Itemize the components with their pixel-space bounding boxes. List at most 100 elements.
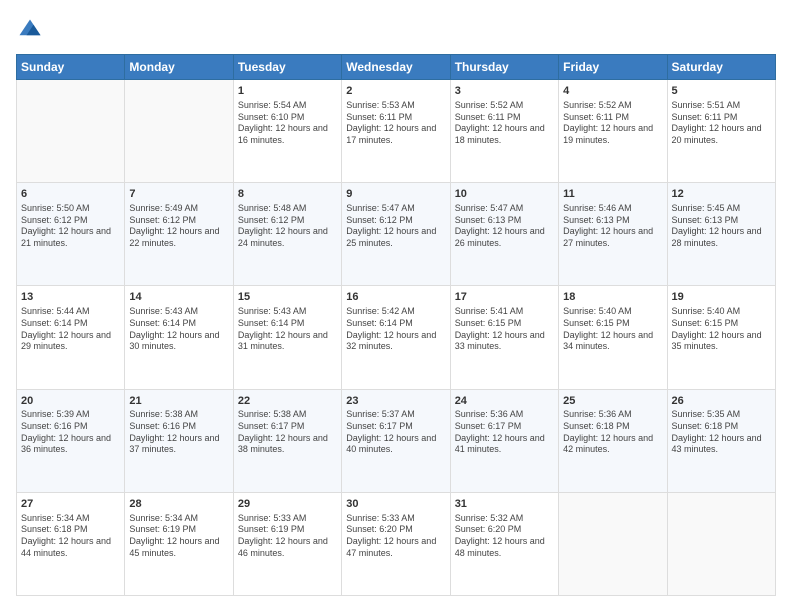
calendar-header-row: SundayMondayTuesdayWednesdayThursdayFrid… (17, 55, 776, 80)
day-number: 21 (129, 394, 228, 409)
day-info: Sunrise: 5:42 AM Sunset: 6:14 PM Dayligh… (346, 306, 445, 353)
calendar-day-cell (559, 492, 667, 595)
day-info: Sunrise: 5:40 AM Sunset: 6:15 PM Dayligh… (672, 306, 771, 353)
day-number: 23 (346, 394, 445, 409)
calendar-day-cell: 11Sunrise: 5:46 AM Sunset: 6:13 PM Dayli… (559, 183, 667, 286)
calendar-day-cell: 5Sunrise: 5:51 AM Sunset: 6:11 PM Daylig… (667, 80, 775, 183)
calendar-day-cell: 15Sunrise: 5:43 AM Sunset: 6:14 PM Dayli… (233, 286, 341, 389)
day-number: 12 (672, 187, 771, 202)
calendar-day-header: Wednesday (342, 55, 450, 80)
calendar-day-header: Friday (559, 55, 667, 80)
day-info: Sunrise: 5:47 AM Sunset: 6:12 PM Dayligh… (346, 203, 445, 250)
day-number: 5 (672, 84, 771, 99)
calendar-table: SundayMondayTuesdayWednesdayThursdayFrid… (16, 54, 776, 596)
day-number: 6 (21, 187, 120, 202)
day-number: 30 (346, 497, 445, 512)
day-info: Sunrise: 5:34 AM Sunset: 6:18 PM Dayligh… (21, 513, 120, 560)
day-info: Sunrise: 5:39 AM Sunset: 6:16 PM Dayligh… (21, 409, 120, 456)
day-number: 29 (238, 497, 337, 512)
calendar-day-cell: 30Sunrise: 5:33 AM Sunset: 6:20 PM Dayli… (342, 492, 450, 595)
day-info: Sunrise: 5:36 AM Sunset: 6:18 PM Dayligh… (563, 409, 662, 456)
calendar-day-cell: 31Sunrise: 5:32 AM Sunset: 6:20 PM Dayli… (450, 492, 558, 595)
day-number: 2 (346, 84, 445, 99)
day-number: 26 (672, 394, 771, 409)
calendar-day-header: Saturday (667, 55, 775, 80)
calendar-day-cell: 2Sunrise: 5:53 AM Sunset: 6:11 PM Daylig… (342, 80, 450, 183)
day-info: Sunrise: 5:35 AM Sunset: 6:18 PM Dayligh… (672, 409, 771, 456)
calendar-day-header: Thursday (450, 55, 558, 80)
calendar-day-cell: 24Sunrise: 5:36 AM Sunset: 6:17 PM Dayli… (450, 389, 558, 492)
day-info: Sunrise: 5:49 AM Sunset: 6:12 PM Dayligh… (129, 203, 228, 250)
day-number: 3 (455, 84, 554, 99)
day-number: 16 (346, 290, 445, 305)
day-info: Sunrise: 5:52 AM Sunset: 6:11 PM Dayligh… (563, 100, 662, 147)
calendar-day-cell: 21Sunrise: 5:38 AM Sunset: 6:16 PM Dayli… (125, 389, 233, 492)
calendar-day-header: Monday (125, 55, 233, 80)
calendar-day-cell (17, 80, 125, 183)
calendar-day-cell: 9Sunrise: 5:47 AM Sunset: 6:12 PM Daylig… (342, 183, 450, 286)
day-number: 4 (563, 84, 662, 99)
header (16, 16, 776, 44)
calendar-day-cell: 27Sunrise: 5:34 AM Sunset: 6:18 PM Dayli… (17, 492, 125, 595)
calendar-day-cell: 29Sunrise: 5:33 AM Sunset: 6:19 PM Dayli… (233, 492, 341, 595)
calendar-day-cell: 10Sunrise: 5:47 AM Sunset: 6:13 PM Dayli… (450, 183, 558, 286)
day-info: Sunrise: 5:48 AM Sunset: 6:12 PM Dayligh… (238, 203, 337, 250)
day-info: Sunrise: 5:38 AM Sunset: 6:16 PM Dayligh… (129, 409, 228, 456)
calendar-week-row: 1Sunrise: 5:54 AM Sunset: 6:10 PM Daylig… (17, 80, 776, 183)
day-number: 18 (563, 290, 662, 305)
day-number: 9 (346, 187, 445, 202)
day-info: Sunrise: 5:54 AM Sunset: 6:10 PM Dayligh… (238, 100, 337, 147)
day-number: 1 (238, 84, 337, 99)
day-number: 28 (129, 497, 228, 512)
day-info: Sunrise: 5:52 AM Sunset: 6:11 PM Dayligh… (455, 100, 554, 147)
calendar-day-cell: 3Sunrise: 5:52 AM Sunset: 6:11 PM Daylig… (450, 80, 558, 183)
calendar-week-row: 27Sunrise: 5:34 AM Sunset: 6:18 PM Dayli… (17, 492, 776, 595)
calendar-day-cell: 26Sunrise: 5:35 AM Sunset: 6:18 PM Dayli… (667, 389, 775, 492)
day-info: Sunrise: 5:38 AM Sunset: 6:17 PM Dayligh… (238, 409, 337, 456)
calendar-day-header: Sunday (17, 55, 125, 80)
calendar-day-cell (667, 492, 775, 595)
day-number: 31 (455, 497, 554, 512)
day-info: Sunrise: 5:47 AM Sunset: 6:13 PM Dayligh… (455, 203, 554, 250)
day-number: 7 (129, 187, 228, 202)
logo-icon (16, 16, 44, 44)
day-info: Sunrise: 5:45 AM Sunset: 6:13 PM Dayligh… (672, 203, 771, 250)
calendar-day-cell: 6Sunrise: 5:50 AM Sunset: 6:12 PM Daylig… (17, 183, 125, 286)
day-info: Sunrise: 5:32 AM Sunset: 6:20 PM Dayligh… (455, 513, 554, 560)
day-number: 8 (238, 187, 337, 202)
day-info: Sunrise: 5:53 AM Sunset: 6:11 PM Dayligh… (346, 100, 445, 147)
calendar-week-row: 13Sunrise: 5:44 AM Sunset: 6:14 PM Dayli… (17, 286, 776, 389)
day-number: 25 (563, 394, 662, 409)
day-info: Sunrise: 5:46 AM Sunset: 6:13 PM Dayligh… (563, 203, 662, 250)
calendar-week-row: 20Sunrise: 5:39 AM Sunset: 6:16 PM Dayli… (17, 389, 776, 492)
day-number: 27 (21, 497, 120, 512)
day-number: 17 (455, 290, 554, 305)
calendar-day-cell: 23Sunrise: 5:37 AM Sunset: 6:17 PM Dayli… (342, 389, 450, 492)
calendar-day-cell: 20Sunrise: 5:39 AM Sunset: 6:16 PM Dayli… (17, 389, 125, 492)
day-info: Sunrise: 5:43 AM Sunset: 6:14 PM Dayligh… (238, 306, 337, 353)
calendar-day-cell: 28Sunrise: 5:34 AM Sunset: 6:19 PM Dayli… (125, 492, 233, 595)
calendar-day-cell: 25Sunrise: 5:36 AM Sunset: 6:18 PM Dayli… (559, 389, 667, 492)
calendar-day-cell: 22Sunrise: 5:38 AM Sunset: 6:17 PM Dayli… (233, 389, 341, 492)
calendar-day-cell: 18Sunrise: 5:40 AM Sunset: 6:15 PM Dayli… (559, 286, 667, 389)
day-info: Sunrise: 5:40 AM Sunset: 6:15 PM Dayligh… (563, 306, 662, 353)
day-info: Sunrise: 5:51 AM Sunset: 6:11 PM Dayligh… (672, 100, 771, 147)
day-number: 15 (238, 290, 337, 305)
day-info: Sunrise: 5:41 AM Sunset: 6:15 PM Dayligh… (455, 306, 554, 353)
calendar-day-cell: 7Sunrise: 5:49 AM Sunset: 6:12 PM Daylig… (125, 183, 233, 286)
day-info: Sunrise: 5:43 AM Sunset: 6:14 PM Dayligh… (129, 306, 228, 353)
day-info: Sunrise: 5:37 AM Sunset: 6:17 PM Dayligh… (346, 409, 445, 456)
logo (16, 16, 48, 44)
calendar-day-cell (125, 80, 233, 183)
calendar-day-cell: 12Sunrise: 5:45 AM Sunset: 6:13 PM Dayli… (667, 183, 775, 286)
page: SundayMondayTuesdayWednesdayThursdayFrid… (0, 0, 792, 612)
day-number: 10 (455, 187, 554, 202)
day-number: 14 (129, 290, 228, 305)
calendar-day-cell: 16Sunrise: 5:42 AM Sunset: 6:14 PM Dayli… (342, 286, 450, 389)
day-info: Sunrise: 5:34 AM Sunset: 6:19 PM Dayligh… (129, 513, 228, 560)
day-number: 24 (455, 394, 554, 409)
day-info: Sunrise: 5:36 AM Sunset: 6:17 PM Dayligh… (455, 409, 554, 456)
calendar-day-cell: 4Sunrise: 5:52 AM Sunset: 6:11 PM Daylig… (559, 80, 667, 183)
calendar-day-cell: 1Sunrise: 5:54 AM Sunset: 6:10 PM Daylig… (233, 80, 341, 183)
day-info: Sunrise: 5:33 AM Sunset: 6:19 PM Dayligh… (238, 513, 337, 560)
